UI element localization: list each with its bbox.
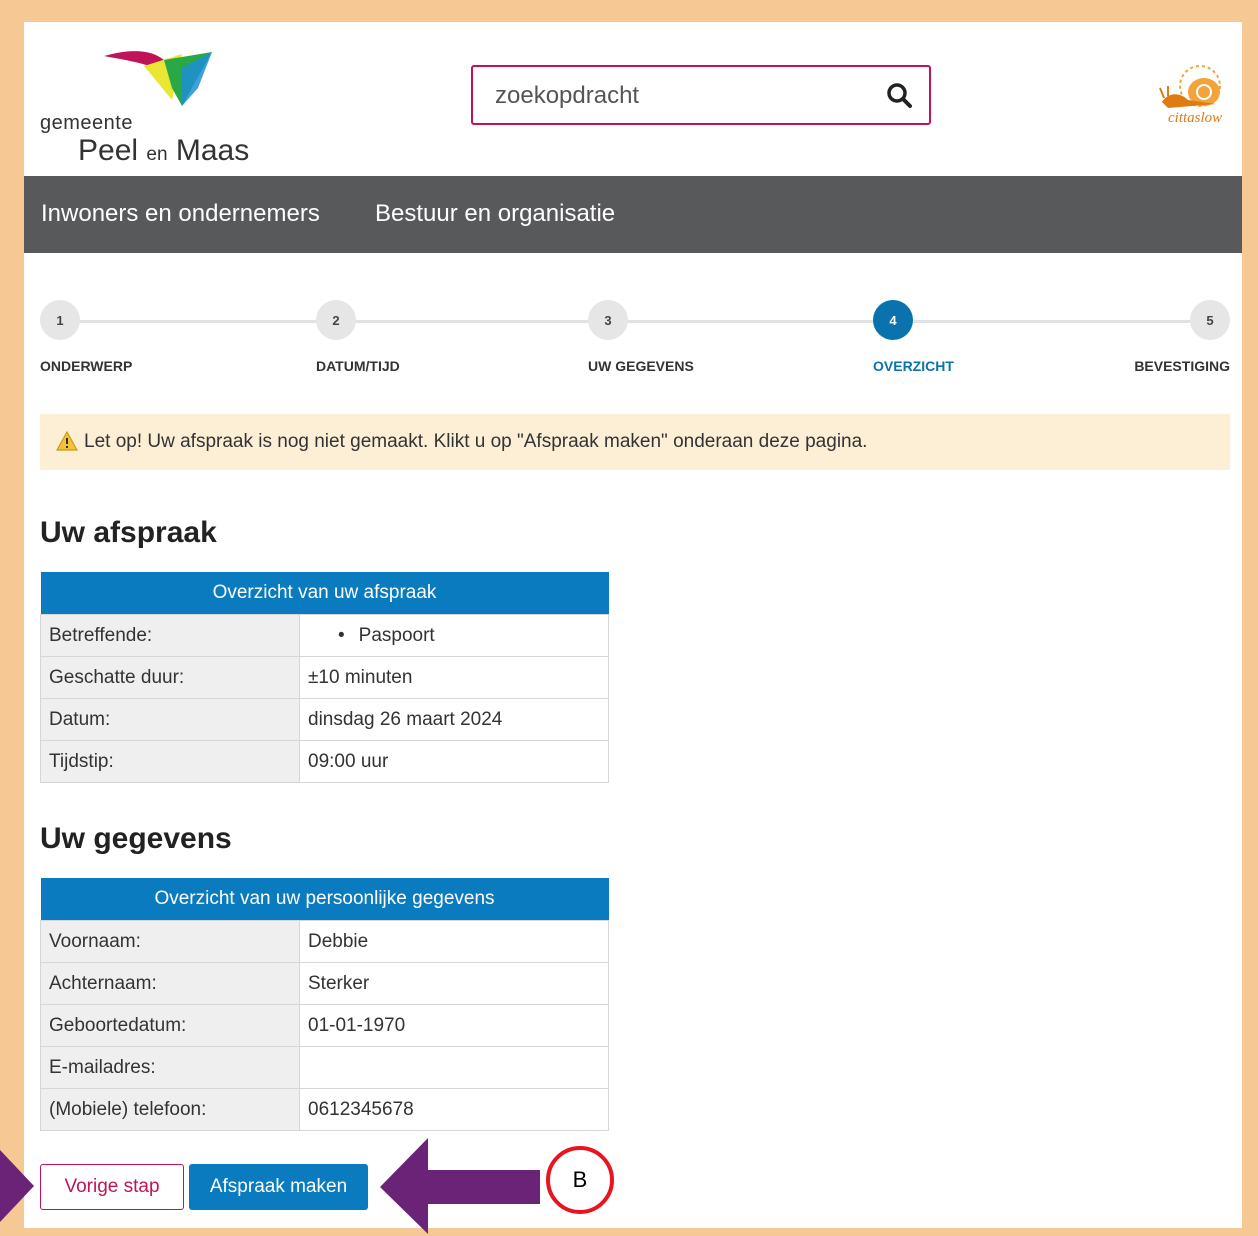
warning-icon xyxy=(56,431,78,451)
search-input[interactable] xyxy=(493,77,877,115)
page: gemeente Peel en Maas cittaslow Inwoners… xyxy=(24,22,1242,1228)
row-value: 0612345678 xyxy=(299,1088,609,1131)
row-key: Betreffende: xyxy=(40,614,300,657)
row-value: Debbie xyxy=(299,920,609,963)
step-number: 5 xyxy=(1190,300,1230,340)
step-number: 2 xyxy=(316,300,356,340)
row-value: Paspoort xyxy=(299,614,609,657)
nav-item-bestuur[interactable]: Bestuur en organisatie xyxy=(375,200,615,228)
table-row: Geboortedatum: 01-01-1970 xyxy=(40,1004,609,1047)
step-label: OVERZICHT xyxy=(873,358,954,374)
cittaslow-logo[interactable]: cittaslow xyxy=(1158,62,1232,132)
row-key: E-mailadres: xyxy=(40,1046,300,1089)
warning-notice: Let op! Uw afspraak is nog niet gemaakt.… xyxy=(40,414,1230,470)
header: gemeente Peel en Maas cittaslow xyxy=(24,22,1242,176)
progress-stepper: 1 ONDERWERP 2 DATUM/TIJD 3 UW GEGEVENS 4… xyxy=(40,300,1230,380)
bullet-value: Paspoort xyxy=(308,625,435,646)
logo-small-text: gemeente xyxy=(40,112,133,134)
snail-icon xyxy=(1159,65,1221,108)
step-label: ONDERWERP xyxy=(40,358,133,374)
step-number: 1 xyxy=(40,300,80,340)
step-number: 4 xyxy=(873,300,913,340)
cittaslow-text: cittaslow xyxy=(1168,110,1223,126)
table-row: E-mailadres: xyxy=(40,1046,609,1089)
table-title: Overzicht van uw persoonlijke gegevens xyxy=(40,878,609,921)
search-icon[interactable] xyxy=(885,81,915,111)
row-value: Sterker xyxy=(299,962,609,1005)
table-row: Geschatte duur: ±10 minuten xyxy=(40,656,609,699)
table-row: Tijdstip: 09:00 uur xyxy=(40,740,609,783)
table-row: Voornaam: Debbie xyxy=(40,920,609,963)
row-value: 01-01-1970 xyxy=(299,1004,609,1047)
table-row: Achternaam: Sterker xyxy=(40,962,609,1005)
main-nav: Inwoners en ondernemers Bestuur en organ… xyxy=(24,176,1242,253)
table-row: Betreffende: Paspoort xyxy=(40,614,609,657)
table-row: Datum: dinsdag 26 maart 2024 xyxy=(40,698,609,741)
step-label: DATUM/TIJD xyxy=(316,358,400,374)
row-key: Achternaam: xyxy=(40,962,300,1005)
logo-big-text: Peel en Maas xyxy=(78,134,250,167)
stepper-line xyxy=(60,320,1208,323)
row-key: Voornaam: xyxy=(40,920,300,963)
previous-step-button[interactable]: Vorige stap xyxy=(40,1164,184,1210)
gemeente-logo[interactable]: gemeente Peel en Maas xyxy=(40,48,260,167)
table-row: (Mobiele) telefoon: 0612345678 xyxy=(40,1088,609,1131)
row-value: dinsdag 26 maart 2024 xyxy=(299,698,609,741)
row-value: ±10 minuten xyxy=(299,656,609,699)
row-key: Geboortedatum: xyxy=(40,1004,300,1047)
appointment-heading: Uw afspraak xyxy=(40,516,217,549)
nav-item-inwoners[interactable]: Inwoners en ondernemers xyxy=(41,200,320,228)
row-value: 09:00 uur xyxy=(299,740,609,783)
row-key: Tijdstip: xyxy=(40,740,300,783)
row-key: Datum: xyxy=(40,698,300,741)
step-number: 3 xyxy=(588,300,628,340)
row-value xyxy=(299,1046,609,1089)
personal-table: Overzicht van uw persoonlijke gegevens V… xyxy=(40,878,609,1131)
appointment-table: Overzicht van uw afspraak Betreffende: P… xyxy=(40,572,609,783)
row-key: (Mobiele) telefoon: xyxy=(40,1088,300,1131)
warning-text: Let op! Uw afspraak is nog niet gemaakt.… xyxy=(84,431,868,452)
search-box xyxy=(471,65,931,125)
logo-mark-icon xyxy=(104,51,212,106)
personal-heading: Uw gegevens xyxy=(40,822,232,855)
row-key: Geschatte duur: xyxy=(40,656,300,699)
table-title: Overzicht van uw afspraak xyxy=(40,572,609,615)
step-label: BEVESTIGING xyxy=(1134,358,1230,374)
make-appointment-button[interactable]: Afspraak maken xyxy=(189,1164,368,1210)
step-label: UW GEGEVENS xyxy=(588,358,694,374)
